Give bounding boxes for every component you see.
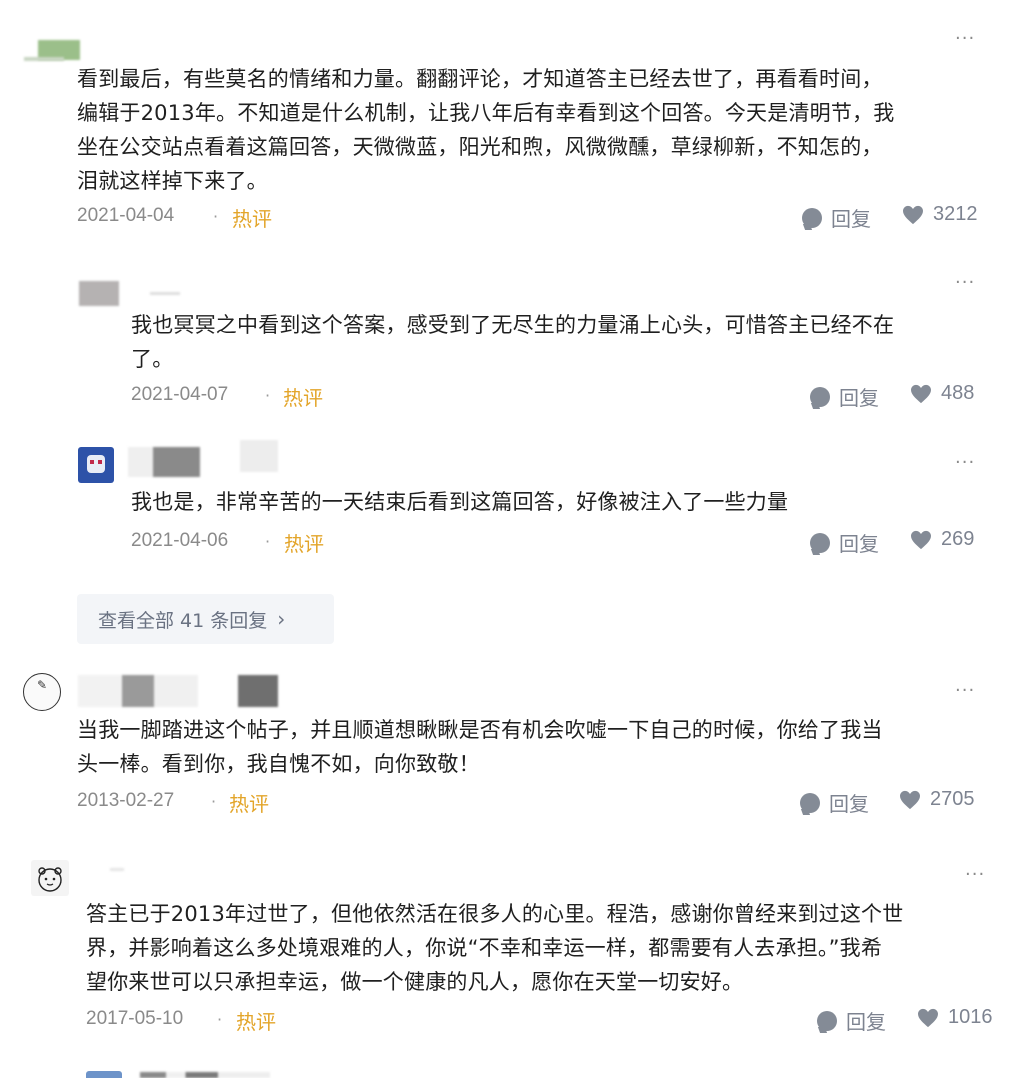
- like-button[interactable]: 269: [910, 528, 974, 551]
- reply-label: 回复: [846, 1010, 886, 1034]
- heart-icon: [918, 1008, 938, 1027]
- heart-icon: [903, 205, 923, 224]
- like-button[interactable]: 488: [910, 382, 974, 405]
- reply-button[interactable]: 回复: [802, 203, 871, 232]
- username-redacted: [128, 447, 200, 477]
- username-redacted: [78, 675, 278, 707]
- reply-label: 回复: [839, 386, 879, 410]
- username-redacted: [240, 440, 278, 472]
- like-button[interactable]: 3212: [902, 203, 978, 226]
- avatar[interactable]: ✎: [23, 673, 61, 711]
- reply-icon: [810, 532, 830, 553]
- comment-date: 2017-05-10: [86, 1008, 184, 1029]
- like-count: 488: [941, 382, 975, 404]
- reply-icon: [817, 1010, 837, 1031]
- separator: ·: [217, 1010, 223, 1029]
- reply-button[interactable]: 回复: [810, 382, 879, 411]
- username-redacted: [140, 1072, 270, 1078]
- comment-text: 我也冥冥之中看到这个答案，感受到了无尽生的力量涌上心头，可惜答主已经不在 了。: [131, 313, 895, 371]
- comment-text: 我也是，非常辛苦的一天结束后看到这篇回答，好像被注入了一些力量: [131, 490, 789, 514]
- like-button[interactable]: 2705: [899, 788, 975, 811]
- comment-date: 2021-04-04: [77, 205, 175, 226]
- more-options-icon[interactable]: ···: [955, 28, 975, 49]
- separator: ·: [211, 792, 217, 811]
- reply-button[interactable]: 回复: [810, 528, 879, 557]
- like-count: 1016: [948, 1006, 993, 1028]
- more-options-icon[interactable]: ···: [965, 864, 985, 885]
- reply-icon: [810, 386, 830, 407]
- hot-comment-badge: 热评: [284, 532, 324, 556]
- like-count: 269: [941, 528, 975, 550]
- heart-icon: [911, 384, 931, 403]
- reply-label: 回复: [839, 532, 879, 556]
- hot-comment-badge: 热评: [229, 792, 269, 816]
- avatar-glyph: ✎: [36, 678, 48, 692]
- comment-date: 2021-04-07: [131, 384, 229, 405]
- view-all-replies-button[interactable]: 查看全部 41 条回复 ›: [77, 594, 334, 644]
- reply-label: 回复: [829, 792, 869, 816]
- like-count: 3212: [933, 203, 978, 225]
- username-redacted: [110, 868, 124, 871]
- avatar[interactable]: [78, 447, 114, 483]
- avatar[interactable]: [79, 281, 119, 306]
- comment-date: 2021-04-06: [131, 530, 229, 551]
- more-options-icon[interactable]: ···: [955, 452, 975, 473]
- hot-comment-badge: 热评: [283, 386, 323, 410]
- reply-button[interactable]: 回复: [800, 788, 869, 817]
- reply-icon: [802, 207, 822, 228]
- comment-date: 2013-02-27: [77, 790, 175, 811]
- like-count: 2705: [930, 788, 975, 810]
- username-redacted: [24, 57, 64, 61]
- reply-icon: [800, 792, 820, 813]
- chevron-right-icon: ›: [277, 607, 286, 631]
- comment-text: 看到最后，有些莫名的情绪和力量。翻翻评论，才知道答主已经去世了，再看看时间， 编…: [77, 67, 895, 193]
- bear-face-icon: [38, 867, 62, 892]
- heart-icon: [900, 790, 920, 809]
- comment-text: 当我一脚踏进这个帖子，并且顺道想瞅瞅是否有机会吹嘘一下自己的时候，你给了我当 头…: [77, 718, 883, 776]
- view-all-replies-label: 查看全部 41 条回复: [98, 609, 268, 632]
- username-redacted: [150, 292, 180, 295]
- reply-label: 回复: [831, 207, 871, 231]
- separator: ·: [265, 386, 271, 405]
- separator: ·: [213, 207, 219, 226]
- separator: ·: [265, 532, 271, 551]
- avatar[interactable]: [31, 860, 69, 896]
- more-options-icon[interactable]: ···: [955, 680, 975, 701]
- reply-button[interactable]: 回复: [817, 1006, 886, 1035]
- heart-icon: [911, 530, 931, 549]
- avatar[interactable]: [86, 1071, 122, 1078]
- like-button[interactable]: 1016: [917, 1006, 993, 1029]
- comment-text: 答主已于2013年过世了，但他依然活在很多人的心里。程浩，感谢你曾经来到过这个世…: [86, 902, 904, 994]
- hot-comment-badge: 热评: [232, 207, 272, 231]
- more-options-icon[interactable]: ···: [955, 272, 975, 293]
- hot-comment-badge: 热评: [236, 1010, 276, 1034]
